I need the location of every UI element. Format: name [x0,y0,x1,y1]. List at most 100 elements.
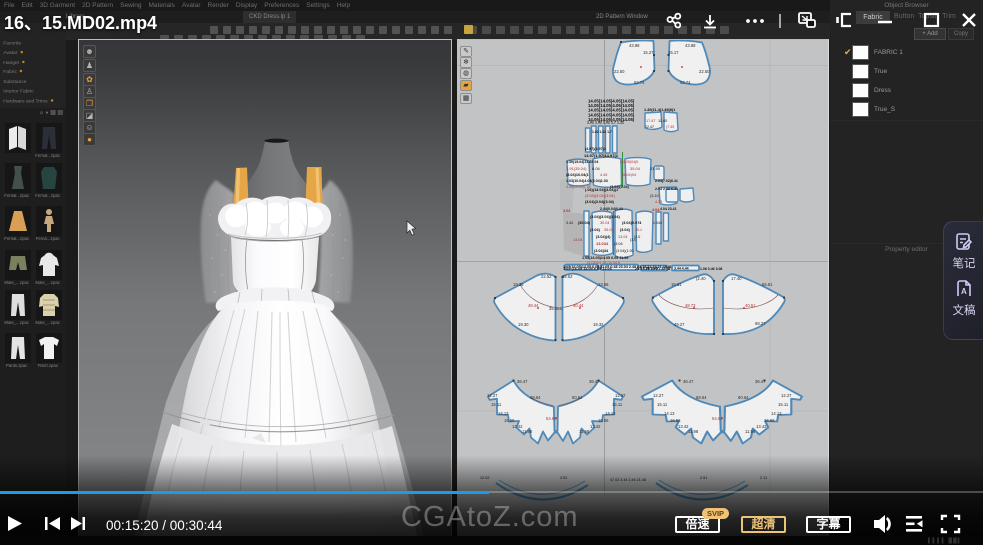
svg-text:15.11: 15.11 [778,402,789,407]
svg-text:(3.04)(3.04)(3.04): (3.04)(3.04)(3.04) [585,200,615,204]
svg-text:11.40: 11.40 [658,119,667,123]
svg-text:35.04: 35.04 [630,166,641,171]
svg-text:12.27: 12.27 [487,393,498,398]
svg-text:52.74: 52.74 [680,80,691,85]
svg-text:36.47: 36.47 [683,379,694,384]
svg-text:35.1: 35.1 [635,228,642,232]
svg-text:(8.04)10.04(1: (8.04)10.04(1 [566,173,589,177]
svg-text:3.04: 3.04 [563,209,571,213]
svg-text:1.03(10.04)4.03(3.04)1.03: 1.03(10.04)4.03(3.04)1.03 [566,179,608,183]
svg-text:68.27: 68.27 [755,321,766,326]
svg-text:(30.04): (30.04) [578,221,591,225]
svg-text:35.065: 35.065 [549,306,562,311]
svg-text:1.30(15.04)14.05 04: 1.30(15.04)14.05 04 [566,160,598,164]
svg-text:14.13: 14.13 [664,411,675,416]
svg-text:1.05(16.05)14.05 6.05 11.05: 1.05(16.05)14.05 6.05 11.05 [582,256,628,260]
svg-text:14.13: 14.13 [498,411,509,416]
svg-text:17.40: 17.40 [731,276,742,281]
svg-text:(3.04)34: (3.04)34 [594,249,609,253]
svg-text:13.04: 13.04 [618,235,628,239]
svg-text:60.64: 60.64 [572,395,583,400]
svg-text:22.52: 22.52 [541,274,552,279]
svg-text:68.64: 68.64 [530,395,541,400]
svg-text:1.06 0.46 3.08: 1.06 0.46 3.08 [700,267,722,271]
svg-text:1.044: 1.044 [653,221,662,225]
svg-text:11.98: 11.98 [745,429,756,434]
svg-text:16.56: 16.56 [504,418,515,423]
svg-text:3.91(35.04): 3.91(35.04) [566,166,587,171]
svg-text:13.04: 13.04 [573,238,583,242]
svg-text:(3.04)(3.04)(3.04): (3.04)(3.04)(3.04) [585,194,615,198]
svg-text:12.27: 12.27 [653,393,664,398]
svg-text:15.61: 15.61 [671,282,682,287]
svg-text:11.98: 11.98 [522,429,533,434]
svg-text:43.88: 43.88 [685,43,696,48]
svg-text:13.034: 13.034 [596,241,609,246]
svg-text:14.13: 14.13 [771,411,782,416]
svg-text:(3.04)(4): (3.04)(4) [596,235,611,239]
svg-text:(3.10: (3.10 [650,194,659,198]
svg-text:43.88: 43.88 [629,43,640,48]
svg-text:3.44 4.44: 3.44 4.44 [674,267,689,271]
svg-text:17.47: 17.47 [646,119,656,123]
svg-text:6.04: 6.04 [592,166,601,171]
svg-text:65.61: 65.61 [762,282,773,287]
svg-text:30.04: 30.04 [600,221,610,225]
svg-text:14.13: 14.13 [605,411,616,416]
svg-text:(8.04)04: (8.04)04 [622,173,636,177]
svg-text:14.97(1.97)14.97(2: 14.97(1.97)14.97(2 [584,153,619,158]
svg-text:2.44(0.04)0.44: 2.44(0.04)0.44 [600,207,623,211]
svg-text:68.64: 68.64 [696,395,707,400]
svg-text:49.27: 49.27 [674,322,685,327]
svg-text:13.42: 13.42 [590,424,601,429]
svg-text:11.98: 11.98 [688,429,699,434]
svg-text:4.35(10.04)1.05: 4.35(10.04)1.05 [566,185,591,189]
svg-text:15.27: 15.27 [643,50,654,55]
svg-text:4.33: 4.33 [655,200,662,204]
svg-text:19.30: 19.30 [518,322,529,327]
svg-text:12.27: 12.27 [615,393,626,398]
svg-text:(3.04)(3.04)(3.04): (3.04)(3.04)(3.04) [590,215,620,219]
svg-text:2.04(7.02)6.41: 2.04(7.02)6.41 [655,179,678,183]
svg-text:13.42: 13.42 [756,424,767,429]
svg-text:(2.40: (2.40 [696,276,706,281]
svg-text:(3.04: (3.04 [614,242,623,246]
svg-text:1.49(11.4)1.49(8)1: 1.49(11.4)1.49(8)1 [644,108,675,112]
svg-text:35.04: 35.04 [604,228,614,232]
svg-text:22.50: 22.50 [699,69,710,74]
svg-text:12.27: 12.27 [781,393,792,398]
svg-text:3.44: 3.44 [566,221,573,225]
svg-text:(3.04)(3.04): (3.04)(3.04) [610,185,630,189]
svg-text:15.11: 15.11 [657,402,668,407]
svg-text:4.04 23.41: 4.04 23.41 [660,207,677,211]
svg-text:15.17: 15.17 [668,50,679,55]
svg-text:22.50: 22.50 [614,69,625,74]
svg-text:16.56: 16.56 [764,418,775,423]
svg-text:(14.05)04(5: (14.05)04(5 [620,160,638,164]
svg-text:12.47: 12.47 [645,125,654,129]
svg-text:19.36: 19.36 [513,282,524,287]
svg-text:13.56: 13.56 [598,282,609,287]
svg-text:11.98: 11.98 [579,429,590,434]
svg-text:A: A [961,287,967,296]
svg-text:(3.0: (3.0 [630,238,636,242]
svg-text:1.05(16.05)14.05 6.05 11.05 0.: 1.05(16.05)14.05 6.05 11.05 0.48 23.04 2… [563,265,671,269]
svg-text:60.64: 60.64 [738,395,749,400]
svg-text:16.56: 16.56 [670,418,681,423]
svg-text:(3.04): (3.04) [620,228,631,232]
svg-text:36.47: 36.47 [517,379,528,384]
svg-text:40.51: 40.51 [745,303,756,308]
svg-text:(3.04)(1.00: (3.04)(1.00 [616,249,634,253]
svg-text:15.11: 15.11 [491,402,502,407]
svg-text:21.90: 21.90 [650,166,661,171]
svg-text:1.02 1.02 1.02 1.7 1.12: 1.02 1.02 1.02 1.7 1.12 [587,121,624,125]
svg-text:4.45: 4.45 [600,173,607,177]
svg-text:52.74: 52.74 [634,80,645,85]
svg-text:15.11: 15.11 [612,402,623,407]
svg-text:22.52: 22.52 [562,274,573,279]
svg-text:40.44: 40.44 [573,303,584,308]
svg-text:(3.04): (3.04) [590,228,601,232]
svg-text:(7.40: (7.40 [666,125,674,129]
svg-text:(4.97)(4.97)2: (4.97)(4.97)2 [585,147,606,151]
svg-text:2.04 2.02 6.41: 2.04 2.02 6.41 [655,187,678,191]
